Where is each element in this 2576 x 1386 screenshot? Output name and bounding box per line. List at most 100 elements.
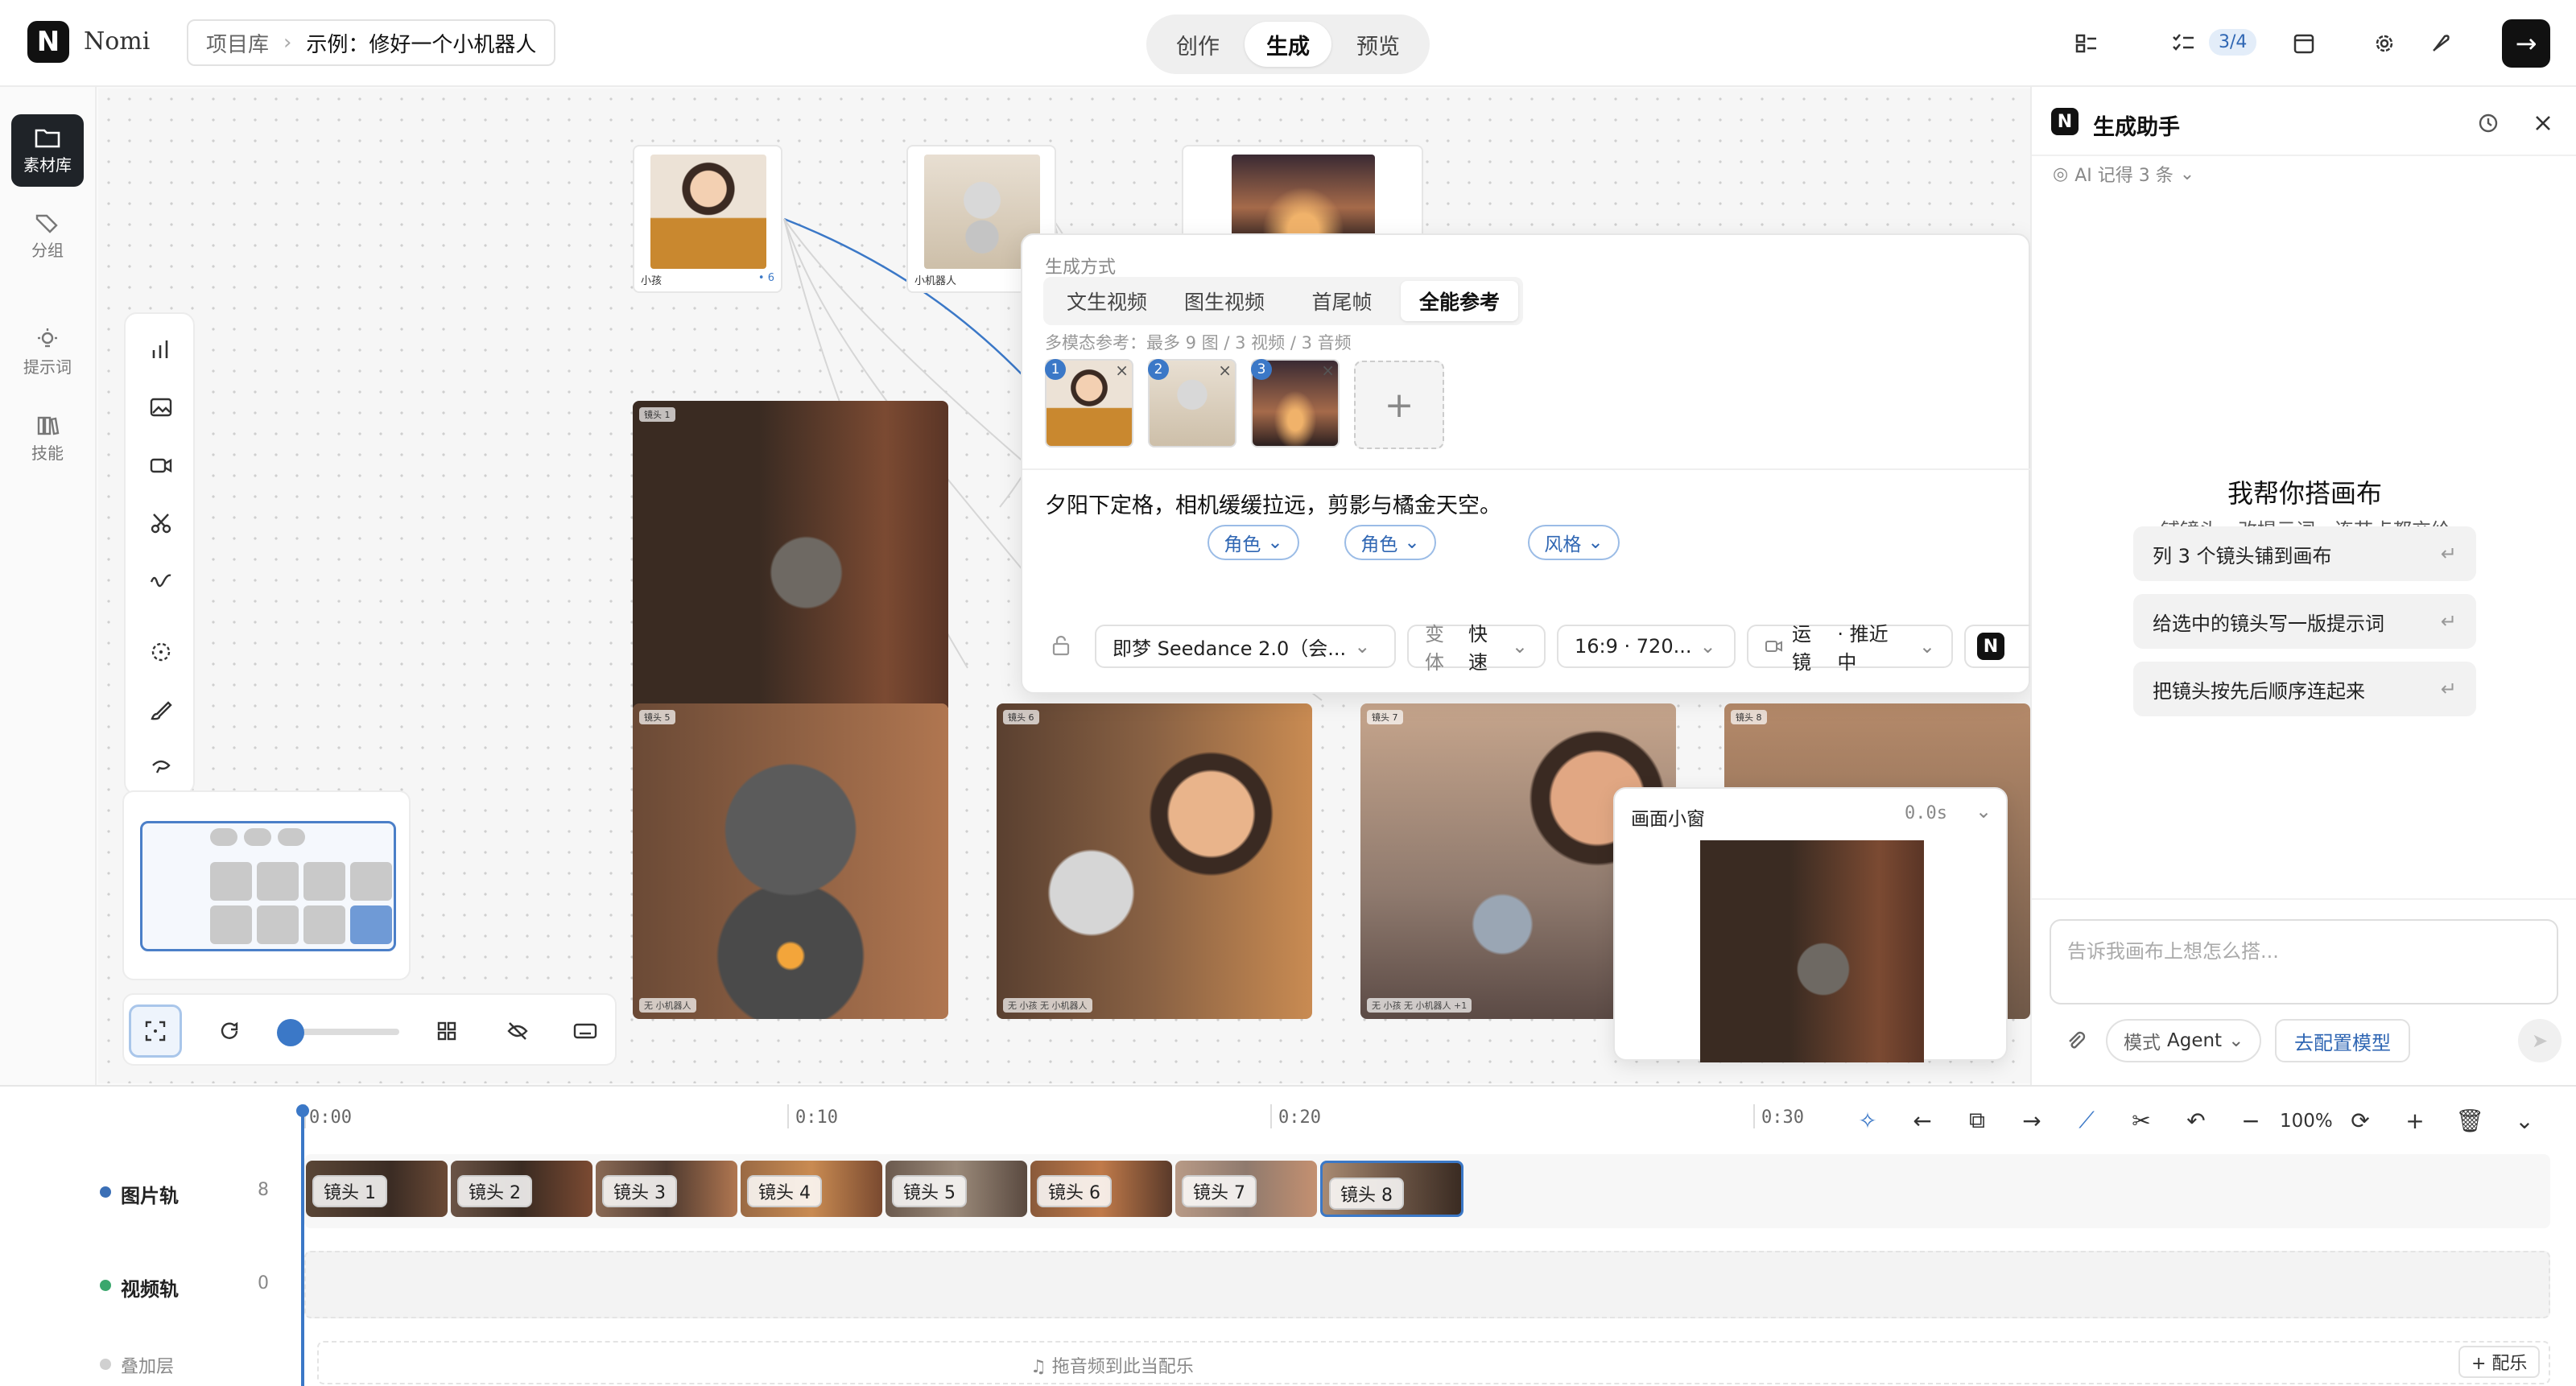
lasso-icon[interactable] <box>143 749 179 784</box>
close-icon[interactable]: × <box>1115 361 1129 380</box>
preview-mini-window[interactable]: 画面小窗 0.0s ⌄ <box>1613 787 2008 1062</box>
clip-shot-3[interactable]: 镜头 3 <box>596 1161 737 1217</box>
image-icon[interactable] <box>143 390 179 425</box>
undo-icon[interactable]: ↶ <box>2177 1101 2215 1140</box>
clip-shot-4[interactable]: 镜头 4 <box>741 1161 882 1217</box>
tab-image-to-video[interactable]: 图生视频 <box>1166 281 1283 321</box>
add-reference-button[interactable]: + <box>1354 361 1444 449</box>
lock-icon[interactable] <box>1051 634 1071 657</box>
fit-view-icon[interactable] <box>129 1004 182 1058</box>
clip-shot-6[interactable]: 镜头 6 <box>1030 1161 1172 1217</box>
mode-create[interactable]: 创作 <box>1154 22 1241 67</box>
chevron-down-icon[interactable]: ⌄ <box>1975 800 1992 823</box>
track-image[interactable]: 图片轨 8 <box>100 1180 269 1208</box>
variant-select[interactable]: 变体 快速 ⌄ <box>1407 623 1546 674</box>
ref-thumb-1[interactable]: 1 × <box>1045 359 1133 448</box>
close-icon[interactable]: × <box>1218 361 1232 380</box>
arrow-right-icon[interactable]: → <box>2013 1101 2051 1140</box>
frame-shot-1[interactable]: 镜头 1 <box>633 401 948 713</box>
mode-preview[interactable]: 预览 <box>1335 22 1422 67</box>
refresh-icon[interactable] <box>203 1004 256 1058</box>
track-overlay[interactable]: 叠加层 <box>100 1352 174 1378</box>
copy-icon[interactable]: ⧉ <box>1958 1101 1996 1140</box>
suggestion-item[interactable]: 把镜头按先后顺序连起来 ↵ <box>2133 662 2476 716</box>
rail-item-prompts[interactable]: 提示词 <box>11 316 84 388</box>
calendar-icon[interactable] <box>2285 24 2323 63</box>
configure-model-button[interactable]: 去配置模型 <box>2275 1019 2410 1062</box>
scissors-icon[interactable]: ✂ <box>2122 1101 2161 1140</box>
chart-icon[interactable] <box>143 332 179 367</box>
zoom-out-icon[interactable]: − <box>2231 1101 2270 1140</box>
sparkle-icon[interactable]: ✧ <box>1848 1101 1887 1140</box>
generate-button[interactable]: N <box>1964 625 2032 668</box>
gear-icon[interactable] <box>2365 24 2404 63</box>
clip-shot-2[interactable]: 镜头 2 <box>451 1161 592 1217</box>
close-icon[interactable]: × <box>1321 361 1335 380</box>
clip-shot-1[interactable]: 镜头 1 <box>306 1161 448 1217</box>
video-track-lane[interactable] <box>304 1251 2550 1318</box>
history-icon[interactable] <box>2476 111 2500 135</box>
list-view-icon[interactable] <box>2067 24 2106 63</box>
trash-icon[interactable]: 🗑 <box>2450 1101 2489 1140</box>
checklist-icon[interactable] <box>2164 24 2202 63</box>
brush-icon[interactable] <box>143 692 179 728</box>
magic-wand-icon[interactable]: ⟋ <box>2067 1101 2106 1140</box>
grid-icon[interactable] <box>420 1004 473 1058</box>
ref-thumb-3[interactable]: 3 × <box>1251 359 1340 448</box>
tag-chip-role[interactable]: 角色 ⌄ <box>1208 525 1299 560</box>
node-kid[interactable]: 小孩 • 6 <box>633 145 782 293</box>
model-select[interactable]: 即梦 Seedance 2.0（会... ⌄ <box>1095 625 1396 668</box>
mode-select[interactable]: 模式 Agent ⌄ <box>2106 1019 2262 1062</box>
tab-omni-reference[interactable]: 全能参考 <box>1401 281 1518 321</box>
minimap[interactable] <box>122 790 411 980</box>
track-video[interactable]: 视频轨 0 <box>100 1273 269 1301</box>
prompt-text[interactable]: 夕阳下定格，相机缓缓拉远，剪影与橘金天空。 <box>1045 488 1501 519</box>
arrow-left-icon[interactable]: ← <box>1903 1101 1942 1140</box>
task-progress-badge[interactable]: 3/4 <box>2209 29 2257 56</box>
tag-chip-style[interactable]: 风格 ⌄ <box>1528 525 1620 560</box>
reset-icon[interactable]: ⟳ <box>2341 1101 2380 1140</box>
overlay-track-lane[interactable] <box>317 1341 2550 1384</box>
tag-chip-role[interactable]: 角色 ⌄ <box>1344 525 1436 560</box>
clip-shot-7[interactable]: 镜头 7 <box>1175 1161 1317 1217</box>
ref-thumb-2[interactable]: 2 × <box>1148 359 1236 448</box>
assistant-input[interactable]: 告诉我画布上想怎么搭... <box>2050 919 2558 1004</box>
left-rail: 素材库 分组 提示词 技能 <box>0 87 97 1085</box>
ratio-select[interactable]: 16:9 · 720... ⌄ <box>1557 625 1736 668</box>
paperclip-icon[interactable] <box>2064 1029 2088 1053</box>
playhead-handle[interactable] <box>296 1104 309 1117</box>
eye-off-icon[interactable] <box>491 1004 544 1058</box>
arrow-right-icon[interactable]: → <box>2502 19 2550 68</box>
frame-shot-6[interactable]: 镜头 6 无 小孩 无 小机器人 <box>997 703 1312 1019</box>
add-music-button[interactable]: + 配乐 <box>2458 1346 2541 1378</box>
rail-item-skills[interactable]: 技能 <box>11 402 84 475</box>
audio-wave-icon[interactable] <box>143 563 179 599</box>
scissors-icon[interactable] <box>143 505 179 541</box>
tab-first-last-frame[interactable]: 首尾帧 <box>1283 281 1401 321</box>
zoom-slider-handle[interactable] <box>277 1019 304 1046</box>
ai-memory[interactable]: ◎ AI 记得 3 条 ⌄ <box>2053 161 2194 187</box>
tab-text-to-video[interactable]: 文生视频 <box>1048 281 1166 321</box>
rail-item-assets[interactable]: 素材库 <box>11 114 84 187</box>
mode-generate[interactable]: 生成 <box>1245 22 1331 67</box>
select-dashed-icon[interactable] <box>143 634 179 670</box>
camera-select[interactable]: 运镜 · 推近 中 ⌄ <box>1747 623 1953 674</box>
keyboard-icon[interactable] <box>559 1004 612 1058</box>
clip-shot-5[interactable]: 镜头 5 <box>886 1161 1027 1217</box>
video-icon[interactable] <box>143 448 179 483</box>
send-icon[interactable]: ➤ <box>2518 1019 2562 1062</box>
clip-shot-8[interactable]: 镜头 8 <box>1320 1161 1463 1217</box>
minimap-viewport[interactable] <box>140 821 396 951</box>
playhead[interactable] <box>301 1108 304 1386</box>
close-icon[interactable] <box>2531 111 2555 135</box>
chevron-down-icon[interactable]: ⌄ <box>2505 1101 2544 1140</box>
zoom-in-icon[interactable]: + <box>2396 1101 2434 1140</box>
frame-shot-5[interactable]: 镜头 5 无 小机器人 <box>633 703 948 1019</box>
tick-line <box>1753 1104 1755 1128</box>
rail-item-groups[interactable]: 分组 <box>11 200 84 272</box>
breadcrumb-root[interactable]: 项目库 <box>206 28 269 58</box>
app-logo[interactable]: N <box>27 21 69 63</box>
suggestion-item[interactable]: 给选中的镜头写一版提示词 ↵ <box>2133 594 2476 649</box>
suggestion-item[interactable]: 列 3 个镜头铺到画布 ↵ <box>2133 526 2476 581</box>
rocket-icon[interactable] <box>2421 24 2460 63</box>
